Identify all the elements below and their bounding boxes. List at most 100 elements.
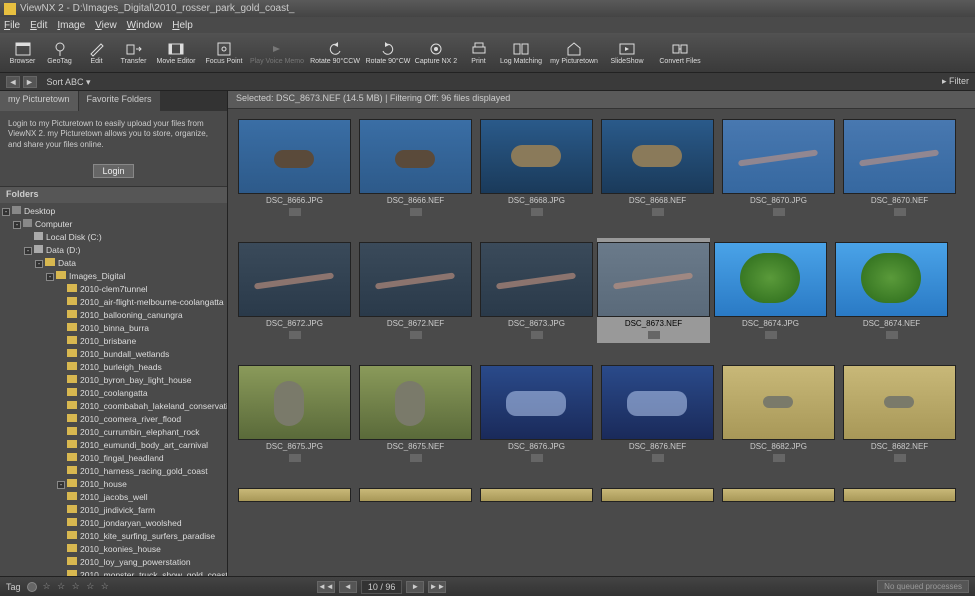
toolbar-transfer[interactable]: Transfer xyxy=(115,35,152,71)
tree-node[interactable]: 2010_fingal_headland xyxy=(2,452,225,465)
toolbar-geotag[interactable]: GeoTag xyxy=(41,35,78,71)
menu-help[interactable]: Help xyxy=(172,20,193,31)
thumbnail[interactable]: DSC_8670.JPG xyxy=(722,119,835,216)
thumbnail[interactable]: DSC_8674.NEF xyxy=(835,242,948,339)
tree-node[interactable]: 2010_ballooning_canungra xyxy=(2,309,225,322)
thumbnail-partial[interactable] xyxy=(238,488,351,502)
tree-node[interactable]: 2010_koonies_house xyxy=(2,543,225,556)
thumbnail[interactable]: DSC_8682.JPG xyxy=(722,365,835,462)
tab-mypicturetown[interactable]: my Picturetown xyxy=(0,91,79,111)
pager-next[interactable]: ► xyxy=(406,581,424,593)
thumbnail[interactable]: DSC_8676.JPG xyxy=(480,365,593,462)
toolbar-browser[interactable]: Browser xyxy=(4,35,41,71)
tree-node[interactable]: 2010_jindivick_farm xyxy=(2,504,225,517)
toolbar-print[interactable]: Print xyxy=(460,35,497,71)
thumbnail[interactable]: DSC_8673.NEF xyxy=(597,238,710,343)
thumbnail-partial[interactable] xyxy=(359,488,472,502)
chevron-right-icon[interactable]: ► xyxy=(23,76,37,88)
toolbar-rotate90ccw[interactable]: Rotate 90°CCW xyxy=(306,35,364,71)
tree-node[interactable]: 2010_byron_bay_light_house xyxy=(2,374,225,387)
tree-node[interactable]: 2010_coomera_river_flood xyxy=(2,413,225,426)
thumbnail[interactable]: DSC_8672.JPG xyxy=(238,242,351,339)
login-button[interactable]: Login xyxy=(93,164,133,178)
toolbar-playvoice[interactable]: Play Voice Memo xyxy=(248,35,306,71)
thumbnail-filename: DSC_8666.JPG xyxy=(266,196,323,205)
toolbar-edit[interactable]: Edit xyxy=(78,35,115,71)
thumbnail-filename: DSC_8682.JPG xyxy=(750,442,807,451)
tree-node[interactable]: 2010_burleigh_heads xyxy=(2,361,225,374)
tree-node[interactable]: -Data (D:) xyxy=(2,244,225,257)
thumbnail-partial[interactable] xyxy=(843,488,956,502)
thumbnail[interactable]: DSC_8682.NEF xyxy=(843,365,956,462)
thumbnail[interactable]: DSC_8668.NEF xyxy=(601,119,714,216)
thumbnail[interactable]: DSC_8676.NEF xyxy=(601,365,714,462)
tree-node[interactable]: 2010_monster_truck_show_gold_coast xyxy=(2,569,225,576)
tree-node[interactable]: 2010_bundall_wetlands xyxy=(2,348,225,361)
menu-image[interactable]: Image xyxy=(57,20,85,31)
thumbnail-image xyxy=(601,365,714,440)
tree-node[interactable]: -Desktop xyxy=(2,205,225,218)
thumbnail[interactable]: DSC_8668.JPG xyxy=(480,119,593,216)
thumbnail[interactable]: DSC_8672.NEF xyxy=(359,242,472,339)
toolbar-capturenx[interactable]: Capture NX 2 xyxy=(412,35,460,71)
tree-node[interactable]: 2010_kite_surfing_surfers_paradise xyxy=(2,530,225,543)
filter-label[interactable]: ▸ Filter xyxy=(942,76,969,87)
thumbnail-partial[interactable] xyxy=(601,488,714,502)
menu-window[interactable]: Window xyxy=(127,20,163,31)
folder-tree[interactable]: -Desktop-ComputerLocal Disk (C:)-Data (D… xyxy=(0,203,227,576)
thumbnail[interactable]: DSC_8675.NEF xyxy=(359,365,472,462)
menu-edit[interactable]: Edit xyxy=(30,20,47,31)
thumbnail[interactable]: DSC_8673.JPG xyxy=(480,242,593,339)
tag-dot[interactable] xyxy=(27,582,37,592)
tree-node[interactable]: 2010_brisbane xyxy=(2,335,225,348)
thumbnail-partial[interactable] xyxy=(480,488,593,502)
tree-node[interactable]: 2010_loy_yang_powerstation xyxy=(2,556,225,569)
tree-node[interactable]: 2010_air-flight-melbourne-coolangatta xyxy=(2,296,225,309)
pager-prev[interactable]: ◄ xyxy=(339,581,357,593)
toolbar-focuspoint[interactable]: Focus Point xyxy=(200,35,248,71)
login-info: Login to my Picturetown to easily upload… xyxy=(8,119,208,149)
toolbar-slideshow[interactable]: SlideShow xyxy=(603,35,651,71)
toolbar-mypicturetown[interactable]: my Picturetown xyxy=(545,35,603,71)
chevron-left-icon[interactable]: ◄ xyxy=(6,76,20,88)
tree-node[interactable]: 2010_harness_racing_gold_coast xyxy=(2,465,225,478)
toolbar-label: Rotate 90°CW xyxy=(366,58,411,65)
thumbnail[interactable]: DSC_8675.JPG xyxy=(238,365,351,462)
menu-view[interactable]: View xyxy=(95,20,117,31)
tree-node[interactable]: Local Disk (C:) xyxy=(2,231,225,244)
thumbnail[interactable]: DSC_8674.JPG xyxy=(714,242,827,339)
thumbnail-filename: DSC_8676.NEF xyxy=(629,442,686,451)
pager-last[interactable]: ►► xyxy=(428,581,446,593)
tree-node[interactable]: 2010_coolangatta xyxy=(2,387,225,400)
tree-node[interactable]: 2010_coombabah_lakeland_conservation_are… xyxy=(2,400,225,413)
tree-node[interactable]: 2010_jacobs_well xyxy=(2,491,225,504)
tree-node[interactable]: -Data xyxy=(2,257,225,270)
thumbnail-grid[interactable]: DSC_8666.JPGDSC_8666.NEFDSC_8668.JPGDSC_… xyxy=(228,109,975,576)
tree-node[interactable]: 2010_binna_burra xyxy=(2,322,225,335)
toolbar-rotate90cw[interactable]: Rotate 90°CW xyxy=(364,35,412,71)
thumbnail[interactable]: DSC_8666.JPG xyxy=(238,119,351,216)
tree-node[interactable]: -Computer xyxy=(2,218,225,231)
toolbar-movieeditor[interactable]: Movie Editor xyxy=(152,35,200,71)
tree-node[interactable]: 2010_eumundi_body_art_carnival xyxy=(2,439,225,452)
sidebar-tabs: my Picturetown Favorite Folders xyxy=(0,91,227,111)
menu-file[interactable]: File xyxy=(4,20,20,31)
toolbar-label: Capture NX 2 xyxy=(415,58,457,65)
tree-node[interactable]: 2010_jondaryan_woolshed xyxy=(2,517,225,530)
tree-node[interactable]: -2010_house xyxy=(2,478,225,491)
content-area: Selected: DSC_8673.NEF (14.5 MB) | Filte… xyxy=(228,91,975,576)
thumbnail-partial[interactable] xyxy=(722,488,835,502)
thumbnail-meta-icon xyxy=(894,208,906,216)
toolbar-logmatching[interactable]: Log Matching xyxy=(497,35,545,71)
thumbnail-filename: DSC_8672.JPG xyxy=(266,319,323,328)
pager-first[interactable]: ◄◄ xyxy=(317,581,335,593)
thumbnail[interactable]: DSC_8670.NEF xyxy=(843,119,956,216)
tree-node[interactable]: 2010_currumbin_elephant_rock xyxy=(2,426,225,439)
thumbnail[interactable]: DSC_8666.NEF xyxy=(359,119,472,216)
sort-label[interactable]: Sort ABC xyxy=(47,77,84,87)
toolbar-convertfiles[interactable]: Convert Files xyxy=(651,35,709,71)
tree-node[interactable]: -Images_Digital xyxy=(2,270,225,283)
rating-stars[interactable]: ☆ ☆ ☆ ☆ ☆ xyxy=(43,581,111,592)
tree-node[interactable]: 2010-clem7tunnel xyxy=(2,283,225,296)
tab-favorite-folders[interactable]: Favorite Folders xyxy=(79,91,161,111)
